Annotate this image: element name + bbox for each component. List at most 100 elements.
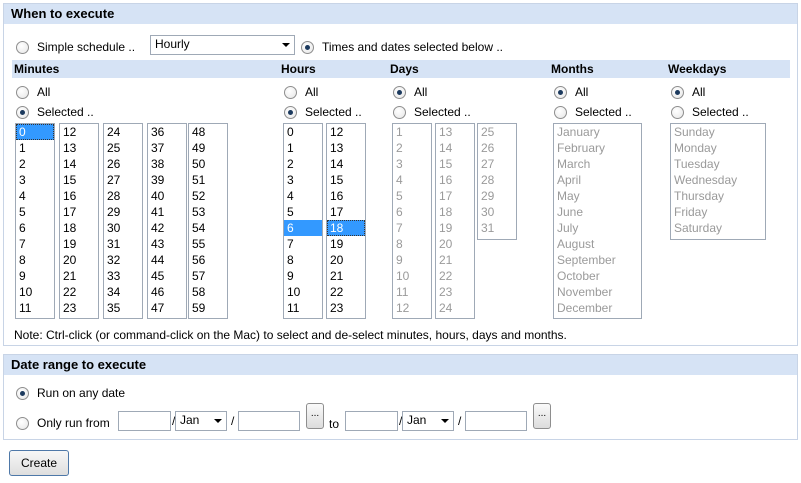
list-option[interactable]: 11 xyxy=(284,300,322,316)
list-option[interactable]: 15 xyxy=(60,172,98,188)
list-option[interactable]: 22 xyxy=(327,284,365,300)
list-option[interactable]: 30 xyxy=(478,204,516,220)
list-option[interactable]: 24 xyxy=(436,300,474,316)
list-option[interactable]: 16 xyxy=(60,188,98,204)
list-option[interactable]: 18 xyxy=(60,220,98,236)
list-option[interactable]: 9 xyxy=(16,268,54,284)
list-option[interactable]: 1 xyxy=(284,140,322,156)
list-option[interactable]: 20 xyxy=(60,252,98,268)
weekdays-listbox[interactable]: Sunday Monday Tuesday Wednesday Thursday Frid… xyxy=(670,123,766,240)
list-option[interactable]: January xyxy=(554,124,641,140)
list-option[interactable]: 30 xyxy=(104,220,142,236)
list-option[interactable]: 3 xyxy=(16,172,54,188)
list-option[interactable]: 21 xyxy=(327,268,365,284)
list-option[interactable]: 14 xyxy=(436,140,474,156)
list-option[interactable]: 29 xyxy=(478,188,516,204)
list-option[interactable]: 44 xyxy=(148,252,186,268)
list-option[interactable]: 19 xyxy=(436,220,474,236)
list-option[interactable]: August xyxy=(554,236,641,252)
list-option[interactable]: 50 xyxy=(189,156,227,172)
list-option[interactable]: 21 xyxy=(60,268,98,284)
to-date-picker-button[interactable]: ... xyxy=(533,403,551,429)
months-all-radio[interactable] xyxy=(554,85,567,99)
list-option[interactable]: 4 xyxy=(393,172,431,188)
list-option[interactable]: 2 xyxy=(16,156,54,172)
list-option[interactable]: 10 xyxy=(16,284,54,300)
list-option[interactable]: October xyxy=(554,268,641,284)
list-option[interactable]: 0 xyxy=(284,124,322,140)
list-option[interactable]: 9 xyxy=(393,252,431,268)
simple-schedule-select[interactable]: Hourly xyxy=(150,35,295,55)
list-option[interactable]: 12 xyxy=(393,300,431,316)
list-option[interactable]: 1 xyxy=(393,124,431,140)
list-option[interactable]: 27 xyxy=(104,172,142,188)
list-option[interactable]: 3 xyxy=(284,172,322,188)
list-option[interactable]: 29 xyxy=(104,204,142,220)
list-option[interactable]: 15 xyxy=(327,172,365,188)
list-option[interactable]: 52 xyxy=(189,188,227,204)
list-option[interactable]: 17 xyxy=(60,204,98,220)
list-option[interactable]: 31 xyxy=(478,220,516,236)
list-option[interactable]: 34 xyxy=(104,284,142,300)
list-option[interactable]: Thursday xyxy=(671,188,765,204)
hours-all-radio[interactable] xyxy=(284,85,297,99)
list-option[interactable]: April xyxy=(554,172,641,188)
list-option[interactable]: March xyxy=(554,156,641,172)
list-option[interactable]: 8 xyxy=(393,236,431,252)
list-option[interactable]: July xyxy=(554,220,641,236)
list-option[interactable]: 24 xyxy=(104,124,142,140)
list-option[interactable]: 5 xyxy=(393,188,431,204)
list-option[interactable]: 25 xyxy=(104,140,142,156)
list-option[interactable]: 51 xyxy=(189,172,227,188)
list-option[interactable]: Sunday xyxy=(671,124,765,140)
list-option[interactable]: May xyxy=(554,188,641,204)
list-option[interactable]: 49 xyxy=(189,140,227,156)
months-selected-radio[interactable] xyxy=(554,105,567,119)
list-option[interactable]: 45 xyxy=(148,268,186,284)
list-option[interactable]: 10 xyxy=(393,268,431,284)
list-option[interactable]: 53 xyxy=(189,204,227,220)
list-option[interactable]: 48 xyxy=(189,124,227,140)
months-listbox[interactable]: January February March April May June July Augu… xyxy=(553,123,642,319)
list-option[interactable]: 14 xyxy=(327,156,365,172)
list-option[interactable]: 7 xyxy=(16,236,54,252)
list-option[interactable]: Saturday xyxy=(671,220,765,236)
list-option[interactable]: 40 xyxy=(148,188,186,204)
list-option[interactable]: 8 xyxy=(16,252,54,268)
list-option[interactable]: 7 xyxy=(393,220,431,236)
list-option[interactable]: 4 xyxy=(16,188,54,204)
list-option[interactable]: 17 xyxy=(327,204,365,220)
list-option[interactable]: 13 xyxy=(327,140,365,156)
weekdays-selected-radio[interactable] xyxy=(671,105,684,119)
list-option[interactable]: 25 xyxy=(478,124,516,140)
list-option[interactable]: 5 xyxy=(284,204,322,220)
list-option[interactable]: 0 xyxy=(16,124,54,140)
minutes-listbox-5[interactable]: 48 49 50 51 52 53 54 55 56 57 58 59 xyxy=(188,123,228,319)
to-month-select[interactable]: Jan xyxy=(402,411,454,431)
list-option[interactable]: 18 xyxy=(436,204,474,220)
list-option[interactable]: 2 xyxy=(393,140,431,156)
list-option[interactable]: 19 xyxy=(60,236,98,252)
list-option[interactable]: 17 xyxy=(436,188,474,204)
list-option[interactable]: 23 xyxy=(327,300,365,316)
list-option[interactable]: 41 xyxy=(148,204,186,220)
days-listbox-3[interactable]: 25 26 27 28 29 30 31 xyxy=(477,123,517,240)
list-option[interactable]: 23 xyxy=(60,300,98,316)
list-option[interactable]: 37 xyxy=(148,140,186,156)
list-option[interactable]: 9 xyxy=(284,268,322,284)
list-option[interactable]: 4 xyxy=(284,188,322,204)
list-option[interactable]: 5 xyxy=(16,204,54,220)
from-month-select[interactable]: Jan xyxy=(175,411,227,431)
to-year-input[interactable] xyxy=(465,411,527,431)
days-listbox-1[interactable]: 1 2 3 4 5 6 7 8 9 10 11 12 xyxy=(392,123,432,319)
list-option[interactable]: 28 xyxy=(478,172,516,188)
create-button[interactable]: Create xyxy=(9,450,69,476)
list-option[interactable]: February xyxy=(554,140,641,156)
list-option[interactable]: 7 xyxy=(284,236,322,252)
list-option[interactable]: 36 xyxy=(148,124,186,140)
list-option[interactable]: 11 xyxy=(16,300,54,316)
times-dates-radio[interactable] xyxy=(301,40,314,54)
list-option[interactable]: 22 xyxy=(60,284,98,300)
list-option[interactable]: 56 xyxy=(189,252,227,268)
list-option[interactable]: 46 xyxy=(148,284,186,300)
